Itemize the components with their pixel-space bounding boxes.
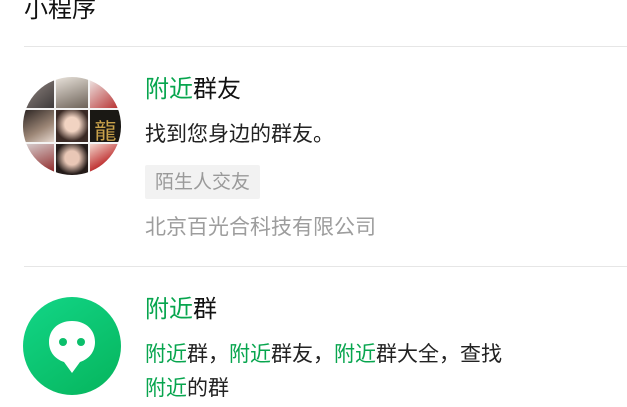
avatar-photo: [56, 77, 88, 109]
result-description-line-2: 附近的群: [145, 372, 229, 404]
avatar-photo: [56, 110, 88, 142]
avatar-calligraphy: 龍: [89, 110, 121, 145]
avatar-photo: [23, 110, 55, 142]
developer-name: 北京百光合科技有限公司: [145, 215, 376, 239]
avatar-photo: [89, 143, 121, 175]
title-keyword: 附近: [145, 75, 193, 103]
category-tag: 陌生人交友: [145, 165, 261, 199]
desc-keyword: 附近: [334, 342, 376, 366]
avatar-photo: [23, 143, 55, 175]
result-title: 附近群: [145, 294, 217, 324]
result-description-line-1: 附近群，附近群友，附近群大全，查找: [145, 338, 502, 370]
title-keyword: 附近: [145, 295, 193, 323]
section-title: 小程序: [24, 0, 96, 23]
title-rest: 群友: [193, 75, 241, 103]
avatar-photo: [56, 143, 88, 175]
desc-keyword: 附近: [145, 342, 187, 366]
mini-program-result-2[interactable]: 附近群 附近群，附近群友，附近群大全，查找 附近的群: [0, 267, 627, 407]
result-description: 找到您身边的群友。: [145, 122, 334, 146]
desc-text: 的群: [187, 376, 229, 400]
desc-text: 群，: [187, 342, 229, 366]
group-avatar-collage: 龍: [23, 77, 121, 175]
desc-text: 群大全，查找: [376, 342, 502, 366]
chat-bubble-location-icon: [23, 297, 121, 395]
desc-keyword: 附近: [145, 376, 187, 400]
avatar-photo: [89, 77, 121, 109]
desc-keyword: 附近: [229, 342, 271, 366]
search-results-page: 小程序 龍 附近群友 找到您身边的群友。 陌生人交友 北京百光合科技有限公司 附…: [0, 0, 627, 407]
title-rest: 群: [193, 295, 217, 323]
result-title: 附近群友: [145, 74, 241, 104]
desc-text: 群友，: [271, 342, 334, 366]
calligraphy-glyph: 龍: [94, 120, 117, 146]
mini-program-result-1[interactable]: 龍 附近群友 找到您身边的群友。 陌生人交友 北京百光合科技有限公司: [0, 47, 627, 266]
avatar-photo: [23, 77, 55, 109]
